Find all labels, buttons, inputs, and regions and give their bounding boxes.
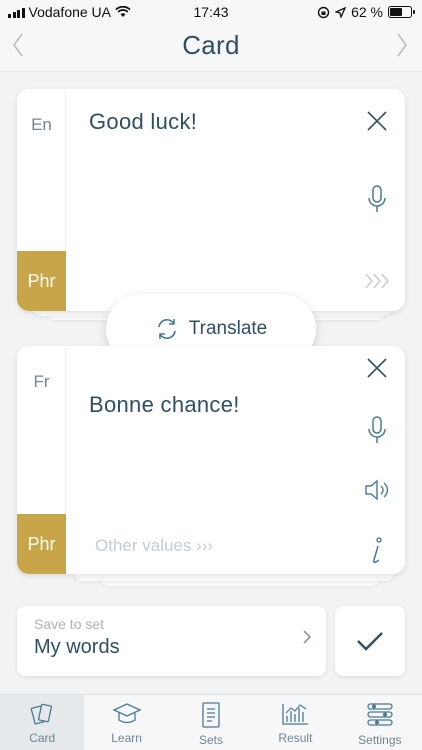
chevron-right-icon (397, 33, 407, 57)
page-title: Card (182, 30, 240, 60)
other-values-link[interactable]: Other values ››› (95, 536, 213, 556)
battery-icon (388, 6, 415, 18)
source-card: En Phr Good luck! (17, 89, 405, 311)
speaker-icon (365, 479, 388, 501)
tab-card[interactable]: Card (0, 695, 85, 750)
microphone-icon (368, 416, 386, 443)
location-icon (335, 6, 347, 18)
target-mic-button[interactable] (363, 416, 391, 444)
translate-label: Translate (188, 318, 268, 339)
clear-target-button[interactable] (363, 354, 391, 382)
tab-settings[interactable]: Settings (338, 695, 422, 750)
tab-result[interactable]: Result (253, 695, 337, 750)
close-icon (367, 358, 387, 378)
status-bar: Vodafone UA 17:43 62 % (0, 0, 422, 24)
target-text-input[interactable]: Bonne chance! (89, 392, 240, 418)
tab-label: Card (29, 731, 56, 745)
document-list-icon (202, 702, 220, 728)
target-card: Fr Phr Bonne chance! Other values ››› (17, 346, 405, 574)
refresh-icon (157, 319, 176, 339)
close-icon (367, 111, 387, 131)
source-language-button[interactable]: En (17, 115, 66, 135)
chevron-right-icon (303, 630, 312, 644)
tab-bar: Card Learn Sets Result Settings (0, 694, 422, 750)
clear-source-button[interactable] (363, 107, 391, 135)
tab-label: Learn (111, 731, 142, 745)
checkmark-icon (357, 632, 383, 651)
graduation-cap-icon (112, 703, 142, 724)
cards-icon (30, 703, 53, 725)
tab-learn[interactable]: Learn (84, 695, 168, 750)
selected-set-value: My words (34, 636, 120, 658)
bar-chart-icon (282, 704, 309, 725)
info-button[interactable] (363, 536, 391, 564)
confirm-button[interactable] (335, 606, 405, 676)
source-mic-button[interactable] (363, 185, 391, 213)
save-to-set-selector[interactable]: Save to set My words (17, 606, 326, 676)
navigation-bar: Card (0, 24, 422, 72)
tab-sets[interactable]: Sets (169, 695, 253, 750)
next-card-button[interactable] (396, 32, 408, 64)
source-text-input[interactable]: Good luck! (89, 109, 197, 135)
speaker-button[interactable] (363, 476, 391, 504)
tab-label: Sets (199, 733, 224, 747)
orientation-lock-icon (317, 6, 330, 18)
target-language-button[interactable]: Fr (17, 372, 66, 392)
triple-chevron-icon (365, 273, 389, 289)
sliders-icon (367, 703, 393, 726)
save-to-set-label: Save to set (34, 616, 105, 632)
tab-label: Result (278, 731, 313, 745)
microphone-icon (368, 185, 386, 212)
target-type-badge[interactable]: Phr (17, 514, 66, 574)
tab-label: Settings (358, 733, 402, 747)
source-type-badge[interactable]: Phr (17, 251, 66, 311)
battery-percent: 62 % (351, 4, 383, 20)
info-icon (373, 537, 382, 563)
source-more-button[interactable] (363, 267, 391, 295)
